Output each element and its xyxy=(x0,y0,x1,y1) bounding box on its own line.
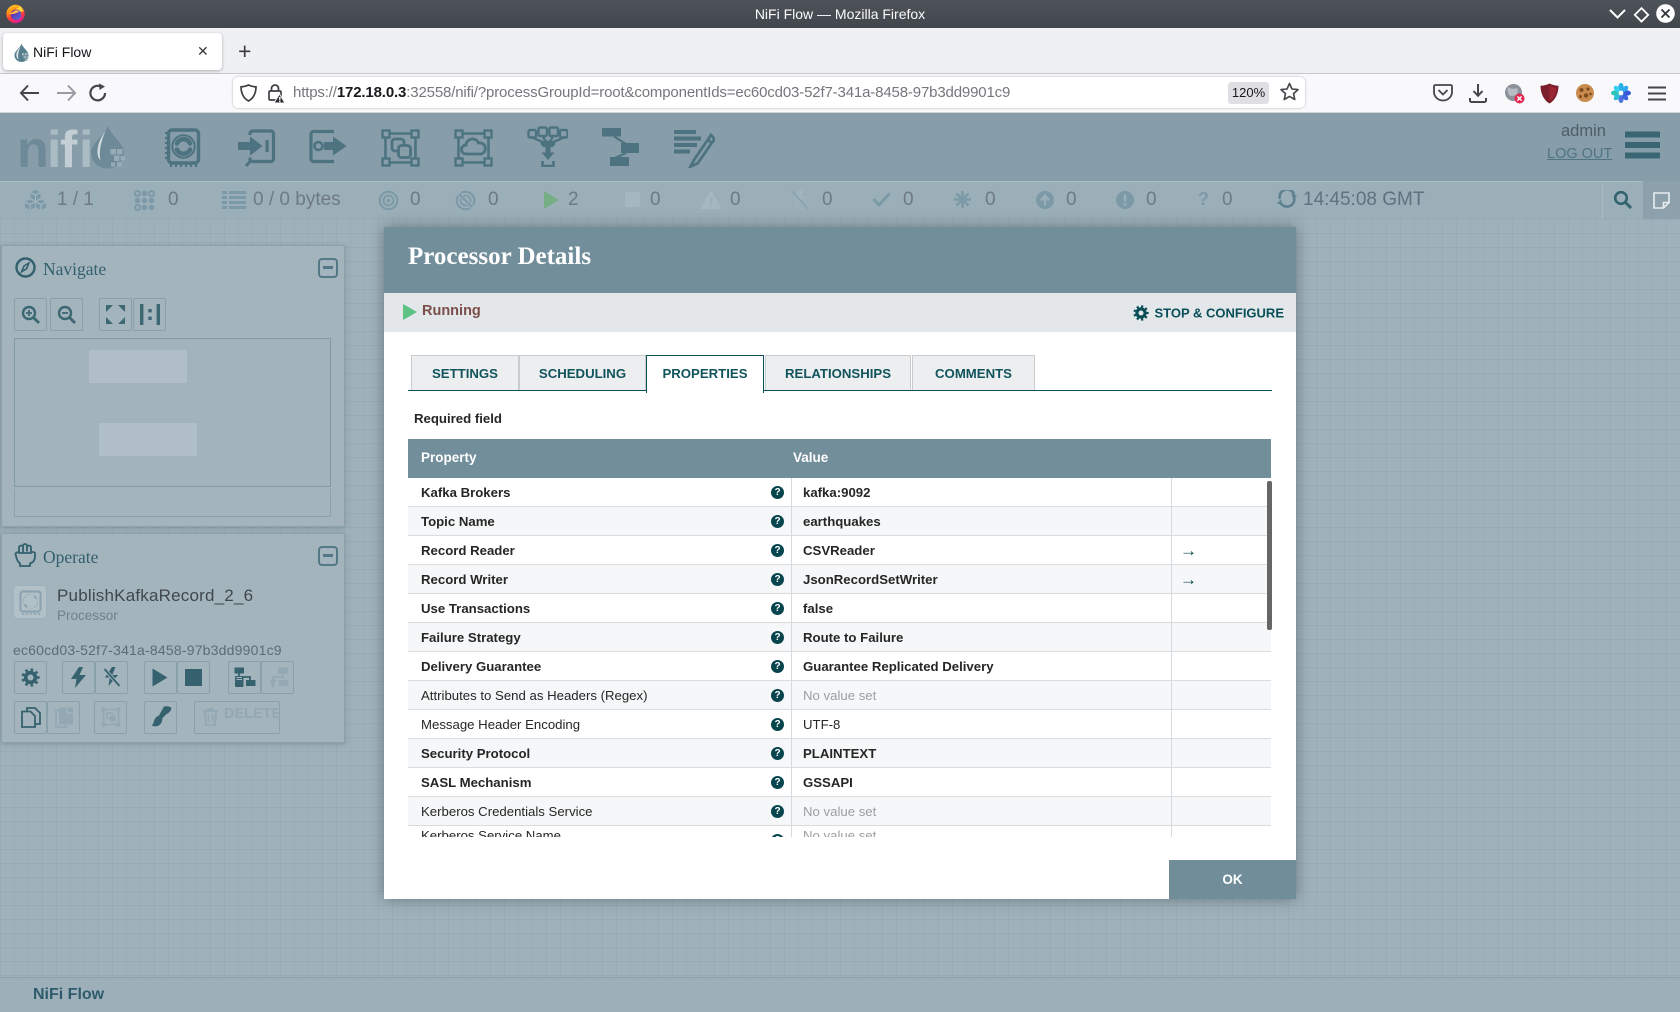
svg-text:f: f xyxy=(60,121,78,173)
svg-text:i: i xyxy=(79,121,91,173)
svg-text:i: i xyxy=(47,121,59,173)
svg-text:n: n xyxy=(17,121,47,173)
